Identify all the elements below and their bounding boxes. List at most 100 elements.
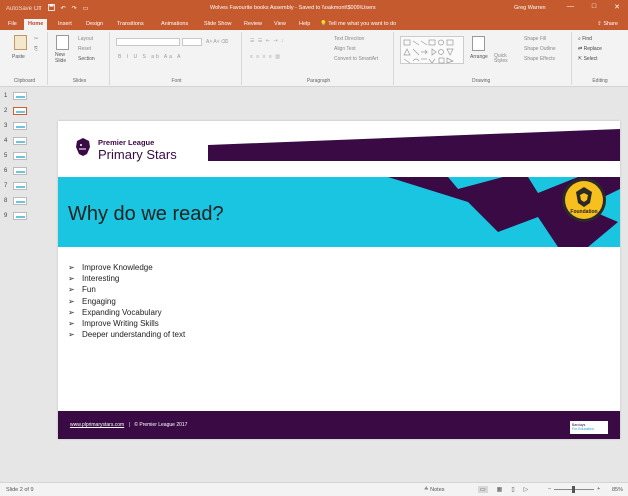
- cut-icon[interactable]: ✂: [34, 36, 38, 42]
- maximize-button[interactable]: □: [592, 3, 596, 11]
- slides-group: New Slide Layout Reset Section Slides: [50, 32, 110, 85]
- notes-button[interactable]: ≙ Notes: [424, 487, 445, 493]
- arrow-bullet-icon: ➢: [68, 330, 75, 340]
- reset-button[interactable]: Reset: [78, 46, 91, 52]
- font-group: A˄ A˅ ⌫ B I U S ab Aa A Font: [112, 32, 242, 85]
- premier-league-lion-logo: [74, 137, 92, 157]
- present-icon[interactable]: ▭: [83, 5, 89, 12]
- tab-view[interactable]: View: [270, 19, 290, 30]
- bullet-item: ➢ Improve Knowledge: [68, 262, 185, 273]
- redo-icon[interactable]: ↷: [72, 5, 77, 12]
- layout-button[interactable]: Layout: [78, 36, 93, 42]
- find-button[interactable]: ⌕ Find: [578, 36, 592, 42]
- view-buttons: ▭ ▦ ▯ ▷: [478, 486, 528, 493]
- slide-canvas[interactable]: Premier League Primary Stars Why do we r…: [58, 121, 620, 439]
- replace-button[interactable]: ⇄ Replace: [578, 46, 602, 52]
- undo-icon[interactable]: ↶: [61, 5, 66, 12]
- font-size-box[interactable]: [182, 38, 202, 46]
- slide-thumbnail[interactable]: 4: [4, 137, 28, 145]
- org-name-line2: Primary Stars: [98, 147, 177, 162]
- tab-review[interactable]: Review: [240, 19, 266, 30]
- bullet-list[interactable]: ➢ Improve Knowledge ➢ Interesting ➢ Fun ➢ En…: [68, 262, 185, 340]
- quick-styles-button[interactable]: Quick Styles: [494, 54, 514, 64]
- tab-slide-show[interactable]: Slide Show: [200, 19, 236, 30]
- copy-icon[interactable]: ⎘: [34, 46, 38, 52]
- share-button[interactable]: ⇪ Share: [597, 21, 618, 27]
- bullet-item: ➢ Fun: [68, 284, 185, 295]
- shape-fill-button[interactable]: Shape Fill: [524, 36, 546, 42]
- font-format-buttons[interactable]: B I U S ab Aa A: [118, 54, 182, 60]
- slide-counter: Slide 2 of 9: [6, 487, 34, 493]
- list-buttons[interactable]: ☰ ☰ ⇤ ⇥ ↕: [250, 38, 284, 44]
- badge-label: Foundation: [570, 209, 598, 215]
- zoom-level[interactable]: 85%: [612, 487, 623, 493]
- bullet-text: Engaging: [82, 296, 116, 306]
- shape-effects-button[interactable]: Shape Effects: [524, 56, 555, 62]
- ribbon: Paste ✂ ⎘ Clipboard New Slide Layout Res…: [0, 30, 628, 87]
- drawing-label: Drawing: [472, 78, 491, 84]
- tab-animations[interactable]: Animations: [157, 19, 192, 30]
- arrange-icon[interactable]: [472, 36, 485, 51]
- zoom-in-icon[interactable]: +: [597, 486, 600, 492]
- clipboard-label: Clipboard: [13, 78, 36, 84]
- paste-button[interactable]: Paste: [12, 54, 25, 60]
- new-slide-button[interactable]: New Slide: [55, 52, 73, 64]
- zoom-slider[interactable]: – +: [548, 485, 600, 493]
- share-icon: ⇪: [597, 21, 602, 27]
- slide-thumbnail-selected[interactable]: 2: [4, 107, 28, 115]
- notes-label: Notes: [430, 487, 445, 493]
- align-text-button[interactable]: Align Text: [334, 46, 356, 52]
- slide-sorter-icon[interactable]: ▦: [497, 486, 503, 493]
- tab-file[interactable]: File: [4, 19, 21, 30]
- slide-thumbnail[interactable]: 1: [4, 92, 28, 100]
- tab-help[interactable]: Help: [295, 19, 314, 30]
- autosave-toggle[interactable]: AutoSave Off: [6, 6, 42, 12]
- clipboard-group: Paste ✂ ⎘ Clipboard: [2, 32, 48, 85]
- bullet-item: ➢ Engaging: [68, 296, 185, 307]
- status-bar: Slide 2 of 9 ≙ Notes ▭ ▦ ▯ ▷ – + 85%: [0, 482, 628, 496]
- bullet-text: Deeper understanding of text: [82, 330, 186, 340]
- user-name[interactable]: Greg Warren: [514, 5, 546, 11]
- font-label: Font: [171, 78, 182, 84]
- shapes-gallery[interactable]: [400, 36, 464, 64]
- slide-thumbnail[interactable]: 8: [4, 197, 28, 205]
- font-name-box[interactable]: [116, 38, 180, 46]
- slide-thumbnail[interactable]: 9: [4, 212, 28, 220]
- smartart-button[interactable]: Convert to SmartArt: [334, 56, 378, 62]
- footer-text: www.plprimarystars.com | © Premier Leagu…: [70, 422, 187, 428]
- slide-thumbnail[interactable]: 5: [4, 152, 28, 160]
- tab-design[interactable]: Design: [82, 19, 107, 30]
- arrow-bullet-icon: ➢: [68, 296, 75, 306]
- zoom-out-icon[interactable]: –: [548, 486, 551, 492]
- slide-thumbnail[interactable]: 6: [4, 167, 28, 175]
- reading-view-icon[interactable]: ▯: [511, 486, 514, 493]
- arrange-button[interactable]: Arrange: [470, 54, 488, 60]
- slide-title[interactable]: Why do we read?: [68, 203, 224, 226]
- normal-view-icon[interactable]: ▭: [478, 486, 488, 493]
- shape-outline-button[interactable]: Shape Outline: [524, 46, 556, 52]
- save-icon[interactable]: [47, 4, 55, 13]
- text-direction-button[interactable]: Text Direction: [334, 36, 364, 42]
- paste-icon[interactable]: [14, 35, 27, 50]
- tab-home[interactable]: Home: [24, 19, 48, 30]
- arrow-bullet-icon: ➢: [68, 263, 75, 272]
- section-button[interactable]: Section: [78, 56, 95, 62]
- bullet-item: ➢ Improve Writing Skills: [68, 318, 185, 329]
- close-button[interactable]: ✕: [614, 3, 620, 11]
- slide-thumbnail[interactable]: 7: [4, 182, 28, 190]
- align-buttons[interactable]: ≡ ≡ ≡ ≡ ▥: [250, 54, 281, 60]
- bullet-item: ➢ Expanding Vocabulary: [68, 307, 185, 318]
- minimize-button[interactable]: —: [567, 3, 574, 11]
- new-slide-icon[interactable]: [56, 35, 69, 50]
- slide-number: 5: [4, 153, 8, 159]
- slide-thumbnail[interactable]: 3: [4, 122, 28, 130]
- footer-copyright: © Premier League 2017: [134, 422, 188, 428]
- tab-transitions[interactable]: Transitions: [113, 19, 148, 30]
- sponsor-logo: Barclays For Education: [570, 421, 608, 434]
- tab-insert[interactable]: Insert: [54, 19, 76, 30]
- select-button[interactable]: ⇱ Select: [578, 56, 598, 62]
- footer-url: www.plprimarystars.com: [70, 422, 125, 428]
- tell-me-box[interactable]: 💡 Tell me what you want to do: [320, 21, 396, 27]
- slideshow-view-icon[interactable]: ▷: [524, 486, 529, 493]
- tell-me-text: Tell me what you want to do: [328, 21, 397, 27]
